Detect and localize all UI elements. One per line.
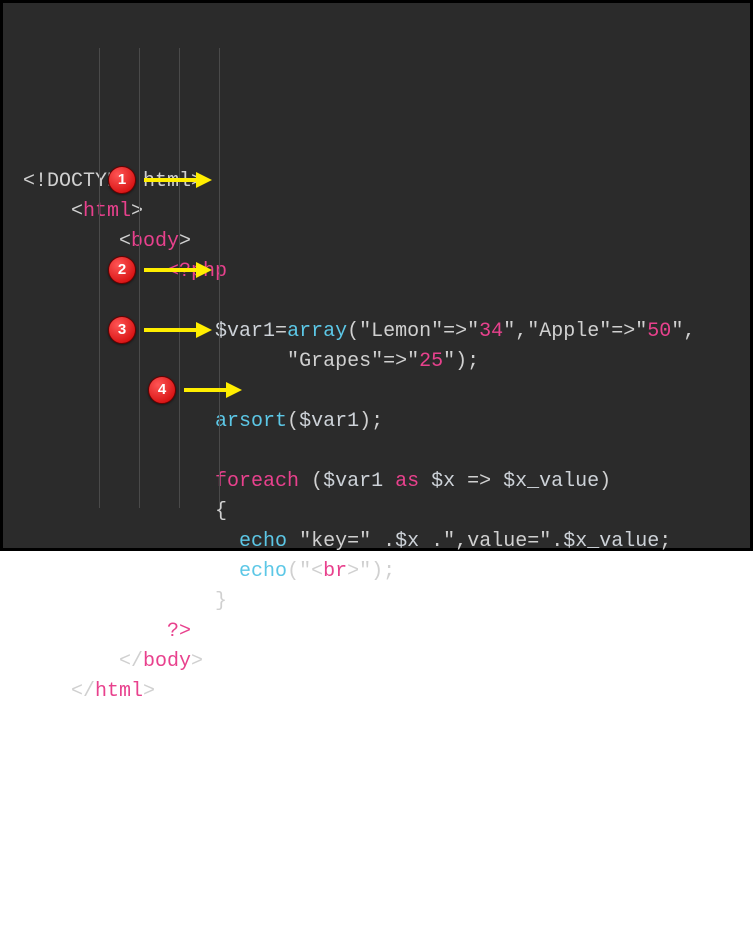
annotation-row-2: 2 — [108, 256, 214, 284]
paren: ( — [299, 470, 323, 493]
code-editor-screenshot: <!DOCTYPE html> <html> <body> <?php $var… — [0, 0, 753, 551]
paren: (" — [287, 560, 311, 583]
variable: $x — [431, 470, 455, 493]
arrow-icon — [144, 170, 214, 190]
keyword: echo — [239, 530, 287, 553]
sp — [419, 530, 431, 553]
q: " — [287, 350, 299, 373]
q: " — [371, 350, 383, 373]
arrow-icon — [144, 320, 214, 340]
php-close: ?> — [167, 620, 191, 643]
q: " — [539, 530, 551, 553]
tag-name: body — [143, 650, 191, 673]
annotation-badge: 2 — [108, 256, 136, 284]
code-line: < — [119, 230, 131, 253]
indent-guide — [219, 48, 220, 508]
number: 25 — [419, 350, 443, 373]
tag-name: html — [83, 200, 131, 223]
arrow-icon — [144, 260, 214, 280]
annotation-badge: 3 — [108, 316, 136, 344]
lt: < — [311, 560, 323, 583]
string: Apple — [539, 320, 599, 343]
brace: { — [215, 500, 227, 523]
variable: $var1 — [323, 470, 383, 493]
tag-open: </ — [71, 680, 95, 703]
q: " — [443, 350, 455, 373]
variable: $x_value — [563, 530, 659, 553]
tag-close: > — [143, 680, 155, 703]
op: => — [443, 320, 467, 343]
variable: $var1 — [215, 320, 275, 343]
q: " — [287, 530, 311, 553]
comma: , — [515, 320, 527, 343]
tag-open: </ — [119, 650, 143, 673]
string: key= — [311, 530, 359, 553]
code-line: < — [71, 200, 83, 223]
q: " — [431, 320, 443, 343]
q: " — [359, 530, 383, 553]
q: " — [359, 320, 371, 343]
paren: ( — [347, 320, 359, 343]
op: . — [383, 530, 395, 553]
tag-close: > — [131, 200, 143, 223]
keyword: echo — [239, 560, 287, 583]
paren-close: ); — [359, 410, 383, 433]
brace: } — [215, 590, 227, 613]
function: arsort — [215, 410, 287, 433]
keyword: as — [383, 470, 431, 493]
variable: $x — [395, 530, 419, 553]
string: ,value= — [455, 530, 539, 553]
q: " — [599, 320, 611, 343]
number: 50 — [647, 320, 671, 343]
op: . — [431, 530, 443, 553]
indent-guide — [99, 48, 100, 508]
op: = — [275, 320, 287, 343]
annotation-badge: 4 — [148, 376, 176, 404]
op: => — [455, 470, 503, 493]
gt: > — [347, 560, 359, 583]
string: Lemon — [371, 320, 431, 343]
op: . — [551, 530, 563, 553]
paren-close: "); — [359, 560, 395, 583]
annotation-badge: 1 — [108, 166, 136, 194]
q: " — [635, 320, 647, 343]
op: => — [611, 320, 635, 343]
q: " — [671, 320, 683, 343]
paren: ( — [287, 410, 299, 433]
variable: $var1 — [299, 410, 359, 433]
q: " — [467, 320, 479, 343]
tag-close: > — [191, 650, 203, 673]
tag-name: br — [323, 560, 347, 583]
q: " — [527, 320, 539, 343]
arrow-icon — [184, 380, 244, 400]
annotation-row-4: 4 — [148, 376, 244, 404]
op: => — [383, 350, 407, 373]
keyword: foreach — [215, 470, 299, 493]
comma: , — [683, 320, 695, 343]
annotation-row-1: 1 — [108, 166, 214, 194]
function: array — [287, 320, 347, 343]
number: 34 — [479, 320, 503, 343]
semicolon: ; — [659, 530, 671, 553]
q: " — [503, 320, 515, 343]
q: " — [407, 350, 419, 373]
paren-close: ); — [455, 350, 479, 373]
paren-close: ) — [599, 470, 611, 493]
variable: $x_value — [503, 470, 599, 493]
tag-name: html — [95, 680, 143, 703]
annotation-row-3: 3 — [108, 316, 214, 344]
string: Grapes — [299, 350, 371, 373]
q: " — [443, 530, 455, 553]
tag-close: > — [179, 230, 191, 253]
